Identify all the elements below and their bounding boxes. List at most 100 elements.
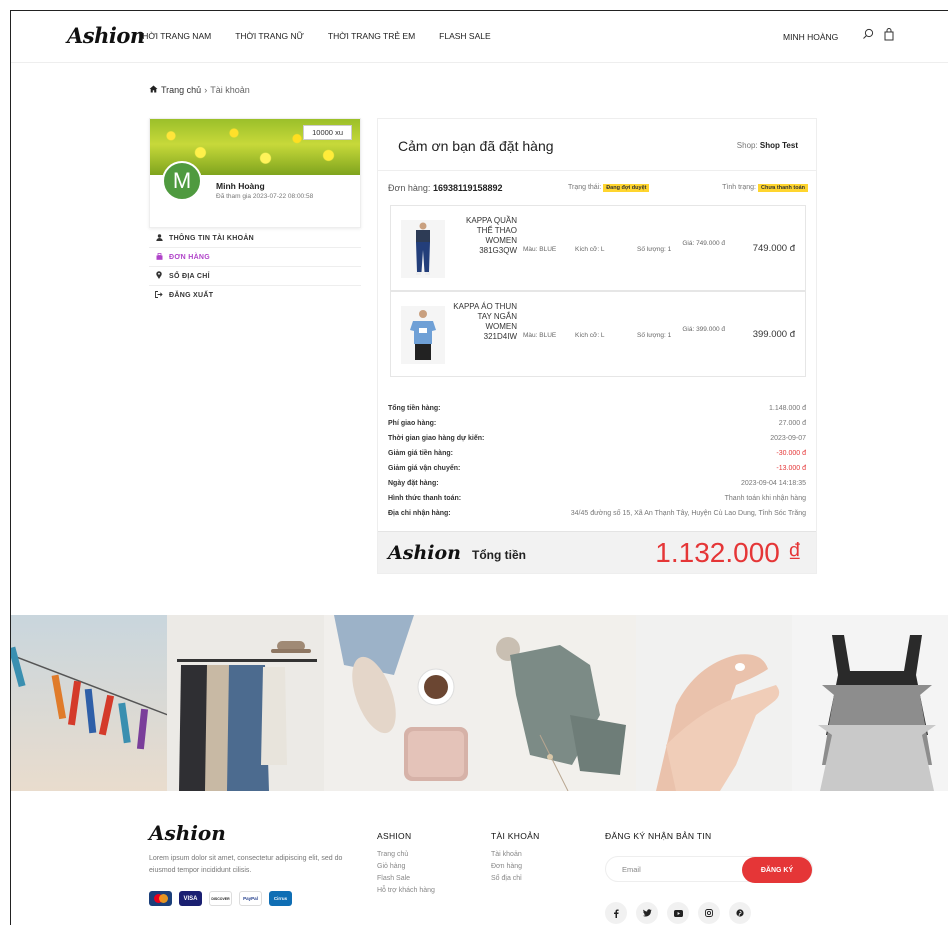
summary-row-delivery-date: Thời gian giao hàng dự kiến: 2023-09-07 xyxy=(388,431,806,446)
discover-icon: DISCOVER xyxy=(209,891,232,906)
footer-col-ashion: ASHION Trang chủ Giỏ hàng Flash Sale Hỗ … xyxy=(377,831,435,899)
card-label: Cirrus xyxy=(273,896,288,901)
order-item: KAPPA ÁO THUN TAY NGẮN WOMEN 321D4IW Màu… xyxy=(390,291,806,377)
user-menu[interactable]: MINH HOÀNG xyxy=(783,32,838,42)
footer-link-flash-sale[interactable]: Flash Sale xyxy=(377,875,435,882)
summary-value: 2023-09-04 14:18:35 xyxy=(741,480,806,487)
product-quantity: Số lượng: 1 xyxy=(637,332,672,339)
nav-item-flash-sale[interactable]: FLASH SALE xyxy=(439,31,491,41)
product-image-pants[interactable] xyxy=(401,220,445,278)
footer-link-account[interactable]: Tài khoản xyxy=(491,851,540,858)
product-size: Kích cỡ: L xyxy=(575,246,605,253)
profile-card: 10000 xu M Minh Hoàng Đã tham gia 2023-0… xyxy=(149,118,361,228)
sidebar-item-orders[interactable]: ĐƠN HÀNG xyxy=(149,248,361,267)
total-label: Tổng tiền xyxy=(472,548,526,562)
gallery-image-baby-knitwear[interactable] xyxy=(479,615,637,791)
email-field[interactable]: Email xyxy=(622,865,641,874)
summary-row-product-discount: Giảm giá tiền hàng: -30.000 đ xyxy=(388,446,806,461)
product-line-total: 399.000 đ xyxy=(752,329,795,340)
order-item: KAPPA QUẦN THỂ THAO WOMEN 381G3QW Màu: B… xyxy=(390,205,806,291)
pinterest-icon[interactable] xyxy=(729,902,751,924)
paypal-icon: PayPal xyxy=(239,891,262,906)
gallery-image-camisoles[interactable] xyxy=(792,615,948,791)
product-unit-price: Giá: 749.000 đ xyxy=(682,240,725,247)
breadcrumb-home[interactable]: Trang chủ xyxy=(161,85,201,95)
product-image-tshirt[interactable] xyxy=(401,306,445,364)
sidebar-item-label: SỔ ĐỊA CHỈ xyxy=(169,272,210,280)
nav-item-women[interactable]: THỜI TRANG NỮ xyxy=(235,31,304,41)
footer-logo[interactable]: Ashion xyxy=(149,821,226,845)
search-icon[interactable] xyxy=(861,28,875,42)
product-name[interactable]: KAPPA ÁO THUN TAY NGẮN WOMEN 321D4IW xyxy=(451,302,517,342)
payment-badge: Chưa thanh toán xyxy=(757,184,808,192)
main-nav: THỜI TRANG NAM THỜI TRANG NỮ THỜI TRANG … xyxy=(137,31,491,41)
footer-link-cart[interactable]: Giỏ hàng xyxy=(377,863,435,870)
summary-label: Giảm giá vận chuyển: xyxy=(388,465,461,472)
summary-value: Thanh toán khi nhận hàng xyxy=(724,495,806,502)
order-number: Đơn hàng: 16938119158892 xyxy=(388,183,503,193)
order-number-value: 16938119158892 xyxy=(432,183,503,193)
footer-col-account: TÀI KHOẢN Tài khoản Đơn hàng Sổ địa chỉ xyxy=(491,831,540,887)
footer-link-support[interactable]: Hỗ trợ khách hàng xyxy=(377,887,435,894)
order-status: Trạng thái: Đang đợi duyệt xyxy=(568,184,650,192)
site-footer: Ashion Lorem ipsum dolor sit amet, conse… xyxy=(11,791,948,925)
nav-item-kids[interactable]: THỜI TRANG TRẺ EM xyxy=(328,31,415,41)
footer-description: Lorem ipsum dolor sit amet, consectetur … xyxy=(149,855,343,874)
facebook-icon[interactable] xyxy=(605,902,627,924)
cart-icon[interactable] xyxy=(882,28,896,42)
payment-cards: VISA DISCOVER PayPal Cirrus xyxy=(149,891,292,906)
cirrus-icon: Cirrus xyxy=(269,891,292,906)
summary-value: -30.000 đ xyxy=(776,450,806,457)
bag-icon xyxy=(155,252,163,262)
card-label: DISCOVER xyxy=(211,896,230,901)
summary-value: 27.000 đ xyxy=(778,420,806,427)
account-side-menu: THÔNG TIN TÀI KHOẢN ĐƠN HÀNG SỔ ĐỊA CHỈ … xyxy=(149,229,361,305)
instagram-icon[interactable] xyxy=(698,902,720,924)
sidebar-item-label: THÔNG TIN TÀI KHOẢN xyxy=(169,234,255,242)
order-total-bar: Ashion Tổng tiền 1.132.000 ₫ xyxy=(378,531,816,573)
summary-row-shipping-discount: Giảm giá vận chuyển: -13.000 đ xyxy=(388,461,806,476)
gallery-image-hand-cream[interactable] xyxy=(636,615,793,791)
mastercard-icon xyxy=(149,891,172,906)
card-label: PayPal xyxy=(243,896,258,901)
nav-item-men[interactable]: THỜI TRANG NAM xyxy=(137,31,211,41)
footer-link-home[interactable]: Trang chủ xyxy=(377,851,435,858)
footer-link-address-book[interactable]: Sổ địa chỉ xyxy=(491,875,540,882)
product-name[interactable]: KAPPA QUẦN THỂ THAO WOMEN 381G3QW xyxy=(451,216,517,256)
subscribe-button[interactable]: ĐĂNG KÝ xyxy=(742,857,812,883)
summary-row-payment-method: Hình thức thanh toán: Thanh toán khi nhận… xyxy=(388,491,806,506)
sidebar-item-label: ĐƠN HÀNG xyxy=(169,253,211,261)
product-color: Màu: BLUE xyxy=(523,246,557,253)
sidebar-item-label: ĐĂNG XUẤT xyxy=(169,292,214,299)
summary-label: Địa chỉ nhận hàng: xyxy=(388,510,451,517)
sidebar-item-logout[interactable]: ĐĂNG XUẤT xyxy=(149,286,361,305)
order-detail-panel: Cảm ơn bạn đã đặt hàng Shop: Shop Test Đ… xyxy=(377,118,817,574)
sidebar-item-account-info[interactable]: THÔNG TIN TÀI KHOẢN xyxy=(149,229,361,248)
status-badge: Đang đợi duyệt xyxy=(603,184,650,192)
map-pin-icon xyxy=(155,271,163,281)
summary-label: Giảm giá tiền hàng: xyxy=(388,450,453,457)
summary-label: Hình thức thanh toán: xyxy=(388,495,462,502)
breadcrumb: Trang chủ › Tài khoản xyxy=(149,85,250,95)
breadcrumb-separator: › xyxy=(204,85,208,95)
instagram-gallery xyxy=(11,615,948,791)
gallery-image-clothespins[interactable] xyxy=(11,615,168,791)
shop-name[interactable]: Shop Test xyxy=(760,141,798,150)
summary-row-shipping-fee: Phí giao hàng: 27.000 đ xyxy=(388,416,806,431)
gallery-image-knitting[interactable] xyxy=(323,615,480,791)
youtube-icon[interactable] xyxy=(667,902,689,924)
footer-link-orders[interactable]: Đơn hàng xyxy=(491,863,540,870)
site-logo[interactable]: Ashion xyxy=(67,23,145,48)
social-links xyxy=(605,902,751,924)
newsletter-form: Email ĐĂNG KÝ xyxy=(605,856,813,883)
product-line-total: 749.000 đ xyxy=(752,243,795,254)
summary-value: 34/45 đường số 15, Xã An Thạnh Tây, Huyệ… xyxy=(570,510,806,517)
total-value: 1.132.000 ₫ xyxy=(655,537,802,568)
profile-joined-date: Đã tham gia 2023-07-22 08:00:58 xyxy=(216,193,314,200)
gallery-image-clothes-rack[interactable] xyxy=(167,615,324,791)
sidebar-item-address-book[interactable]: SỔ ĐỊA CHỈ xyxy=(149,267,361,286)
shop-label: Shop: xyxy=(736,141,758,150)
footer-col-title: TÀI KHOẢN xyxy=(491,831,540,841)
summary-value: 2023-09-07 xyxy=(770,435,806,442)
twitter-icon[interactable] xyxy=(636,902,658,924)
